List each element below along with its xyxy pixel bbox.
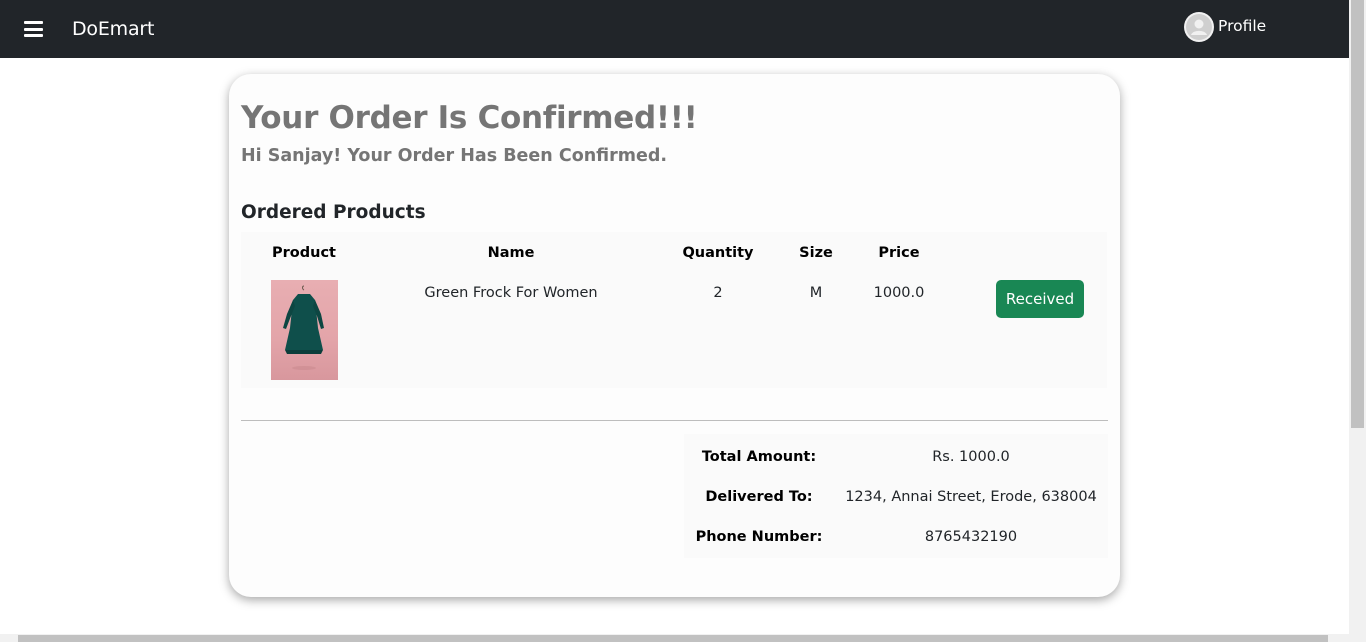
ordered-products-table: Product Name Quantity Size Price Green F… — [241, 232, 1107, 388]
column-header-size: Size — [799, 245, 833, 261]
horizontal-scrollbar[interactable] — [0, 634, 1349, 642]
column-header-name: Name — [487, 245, 535, 261]
divider — [241, 420, 1108, 421]
product-image — [271, 280, 338, 380]
column-header-price: Price — [878, 245, 920, 261]
vertical-scrollbar-thumb[interactable] — [1351, 0, 1364, 428]
total-amount-label: Total Amount: — [701, 449, 817, 465]
page-title: Your Order Is Confirmed!!! — [241, 100, 698, 136]
total-amount-value: Rs. 1000.0 — [932, 449, 1010, 465]
order-summary: Total Amount: Rs. 1000.0 Delivered To: 1… — [684, 434, 1108, 558]
product-quantity: 2 — [713, 285, 723, 301]
order-confirmation-card: Your Order Is Confirmed!!! Hi Sanjay! Yo… — [229, 74, 1120, 597]
delivered-to-label: Delivered To: — [705, 489, 813, 505]
profile-label: Profile — [1218, 16, 1267, 35]
horizontal-scrollbar-thumb[interactable] — [18, 635, 1328, 642]
confirmation-message: Hi Sanjay! Your Order Has Been Confirmed… — [241, 146, 668, 166]
menu-icon[interactable] — [24, 21, 43, 37]
product-size: M — [809, 285, 823, 301]
delivered-to-value: 1234, Annai Street, Erode, 638004 — [845, 489, 1097, 505]
avatar-icon — [1184, 12, 1214, 42]
column-header-quantity: Quantity — [682, 245, 754, 261]
top-navbar: DoEmart Profile — [0, 0, 1349, 58]
phone-number-value: 8765432190 — [924, 529, 1018, 545]
product-price: 1000.0 — [873, 285, 925, 301]
vertical-scrollbar[interactable] — [1349, 0, 1366, 642]
product-name: Green Frock For Women — [424, 285, 598, 301]
ordered-products-title: Ordered Products — [241, 202, 426, 223]
profile-link[interactable]: Profile — [1184, 12, 1266, 42]
phone-number-label: Phone Number: — [695, 529, 823, 545]
brand-logo[interactable]: DoEmart — [72, 18, 154, 40]
column-header-product: Product — [272, 245, 336, 261]
received-button[interactable]: Received — [996, 280, 1084, 318]
